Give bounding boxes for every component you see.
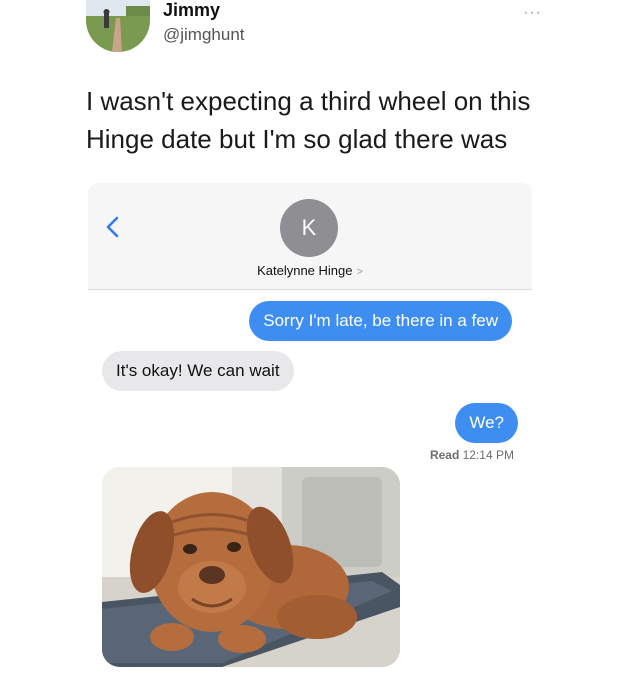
- chevron-right-icon: >: [356, 266, 363, 278]
- more-icon[interactable]: ···: [523, 4, 542, 22]
- message-bubble-received[interactable]: It's okay! We can wait: [102, 351, 294, 391]
- conversation-header: K Katelynne Hinge >: [88, 183, 532, 290]
- author-name[interactable]: Jimmy: [163, 0, 220, 21]
- contact-name-label: Katelynne Hinge: [257, 263, 353, 278]
- message-bubble-sent[interactable]: Sorry I'm late, be there in a few: [249, 301, 512, 341]
- contact-avatar[interactable]: K: [280, 199, 338, 257]
- back-chevron-icon[interactable]: [102, 215, 126, 239]
- read-time: 12:14 PM: [462, 448, 514, 462]
- puppy-photo[interactable]: [102, 467, 400, 667]
- read-label: Read: [429, 448, 460, 462]
- tweet-text: I wasn't expecting a third wheel on this…: [86, 86, 531, 154]
- contact-name[interactable]: Katelynne Hinge >: [88, 263, 532, 278]
- imessage-screenshot: K Katelynne Hinge > Sorry I'm late, be th…: [88, 183, 532, 673]
- author-avatar[interactable]: [86, 0, 150, 52]
- message-bubble-sent[interactable]: We?: [455, 403, 518, 443]
- author-handle[interactable]: @jimghunt: [163, 25, 245, 45]
- read-receipt: Read 12:14 PM: [430, 448, 514, 462]
